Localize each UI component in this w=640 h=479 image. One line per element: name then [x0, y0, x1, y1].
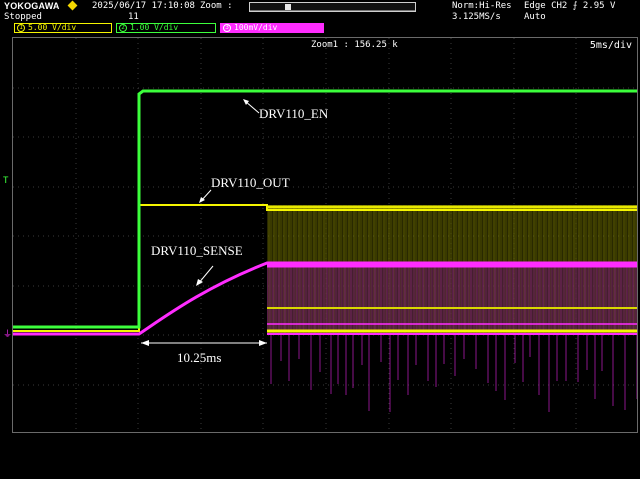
label-drv110-sense: DRV110_SENSE — [151, 243, 243, 258]
trigger-mode: Auto — [524, 12, 546, 22]
trigger-level-marker: T — [3, 176, 9, 186]
sample-rate: 3.125MS/s — [452, 12, 501, 22]
channel-1-badge: 1 — [17, 24, 25, 32]
channel-3-badge: 3 — [223, 24, 231, 32]
channel-2-scale[interactable]: 2 1.00 V/div — [116, 23, 216, 33]
waveform-plot — [13, 38, 637, 432]
sense-label-arrowhead — [196, 279, 203, 286]
waveform-display[interactable]: Zoom1 : 156.25 k 5ms/div DRV110_EN DRV11… — [12, 37, 638, 433]
measure-arrow-right — [259, 340, 267, 346]
label-drv110-out: DRV110_OUT — [211, 175, 290, 190]
brand-logo: YOKOGAWA — [4, 1, 60, 11]
zoom-slider-thumb[interactable] — [285, 4, 291, 10]
acquisition-mode: Norm:Hi-Res — [452, 1, 512, 11]
datetime: 2025/06/17 17:10:08 — [92, 1, 195, 11]
run-status: Stopped — [4, 12, 42, 22]
channel-1-scale-text: 5.00 V/div — [28, 23, 77, 32]
channel-1-scale[interactable]: 1 5.00 V/div — [14, 23, 112, 33]
trigger-settings: Edge CH2 ⨍ 2.95 V — [524, 1, 616, 11]
zoom-position-slider[interactable] — [249, 2, 416, 12]
channel-3-scale[interactable]: 3 100mV/div — [220, 23, 324, 33]
label-measurement: 10.25ms — [177, 350, 222, 365]
channel-3-scale-text: 100mV/div — [234, 23, 278, 32]
channel-2-badge: 2 — [119, 24, 127, 32]
brand-diamond-icon — [67, 0, 78, 11]
measure-arrow-left — [141, 340, 149, 346]
timebase: 5ms/div — [589, 40, 632, 51]
label-drv110-en: DRV110_EN — [259, 106, 329, 121]
top-status-bar: YOKOGAWA Stopped 2025/06/17 17:10:08 11 … — [0, 0, 640, 23]
zoom-label: Zoom : — [200, 1, 233, 11]
channel-2-scale-text: 1.00 V/div — [130, 23, 179, 32]
bottom-strip — [0, 435, 640, 479]
zoom-info: Zoom1 : 156.25 k — [311, 40, 398, 50]
acquisition-count: 11 — [128, 12, 139, 22]
ground-marker-icon: ⏚ — [3, 330, 13, 340]
zoom-slider-line — [250, 10, 415, 11]
